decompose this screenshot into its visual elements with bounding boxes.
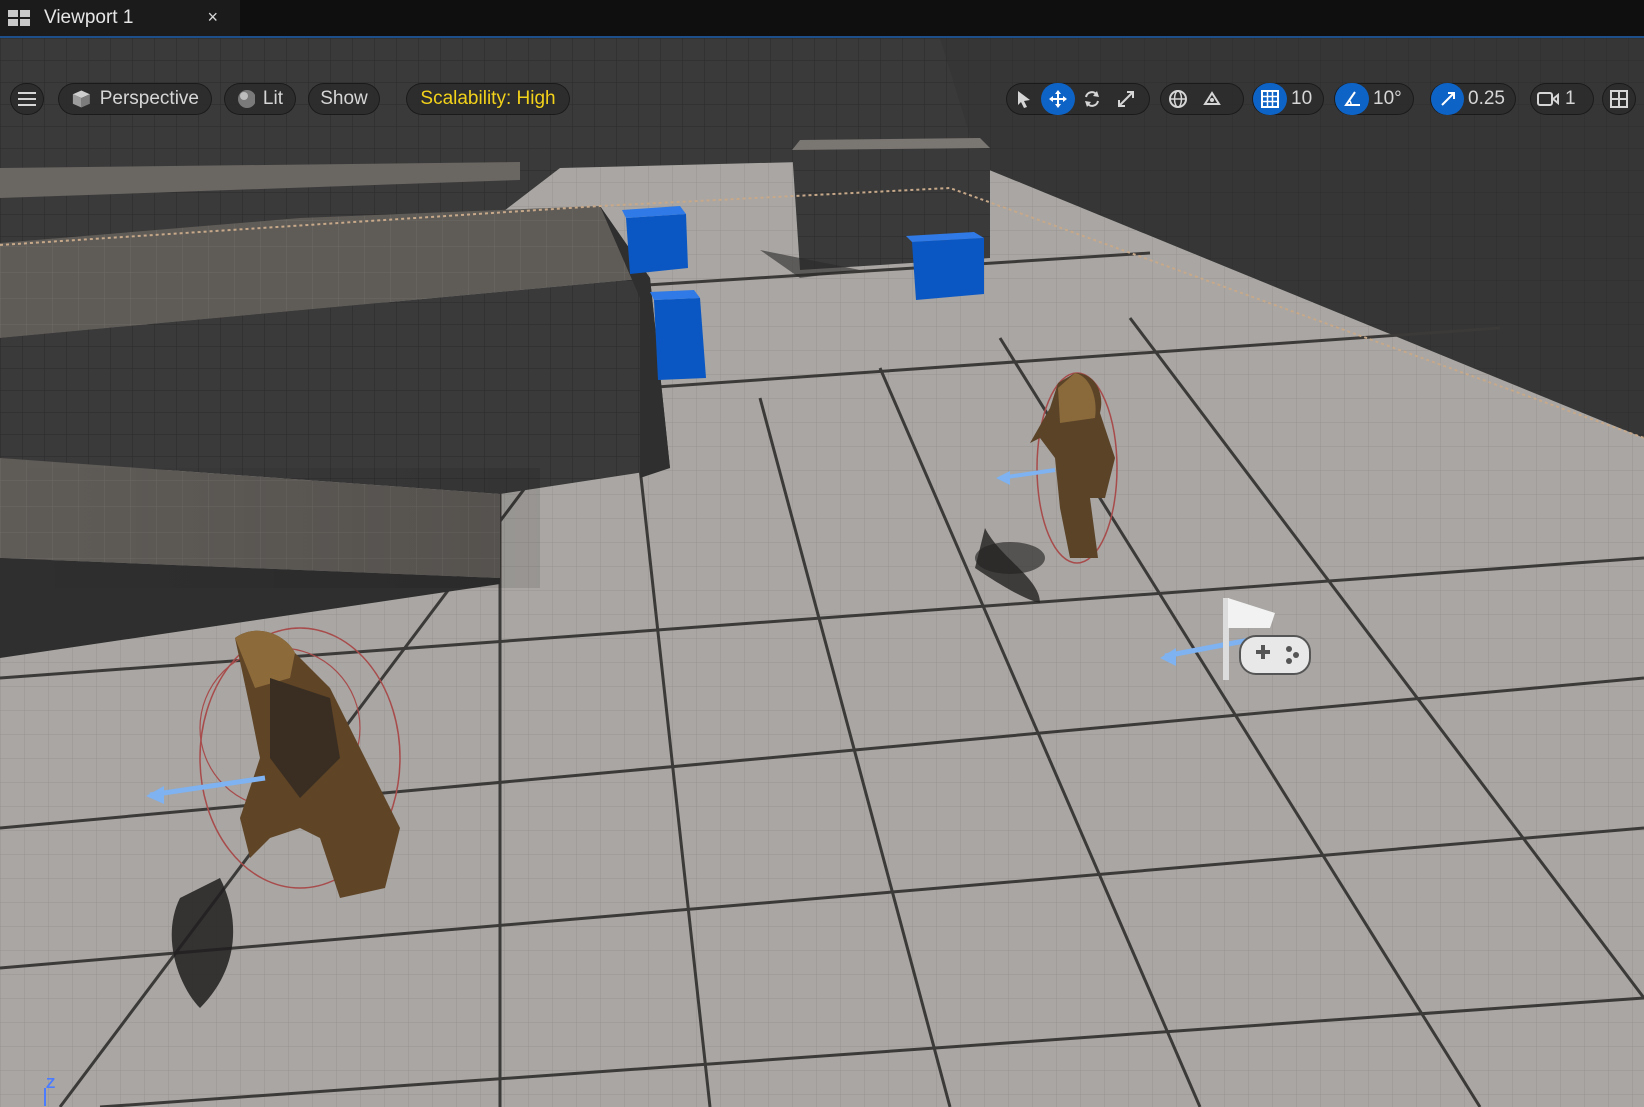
grid-snap-toggle[interactable] — [1253, 83, 1287, 115]
tab-bar: Viewport 1 × — [0, 0, 1644, 38]
globe-icon — [1169, 90, 1187, 108]
surface-snap-button[interactable] — [1195, 83, 1229, 115]
layout-grid-icon — [8, 10, 32, 26]
rotate-icon — [1085, 91, 1099, 107]
world-space-button[interactable] — [1161, 83, 1195, 115]
scene-render — [0, 38, 1644, 1107]
coordinate-space-group — [1160, 83, 1244, 115]
grid-snap-group[interactable]: 10 — [1252, 83, 1324, 115]
angle-snap-group[interactable]: 10° — [1334, 83, 1414, 115]
viewport-layout-icon — [1610, 90, 1628, 108]
axis-z-label: Z — [46, 1075, 56, 1092]
grid-snap-value[interactable]: 10 — [1287, 88, 1322, 110]
translate-icon — [1049, 90, 1067, 108]
viewport-layout-button[interactable] — [1602, 83, 1636, 115]
select-icon — [1018, 91, 1030, 108]
scale-tool-button[interactable] — [1109, 83, 1143, 115]
rotate-tool-button[interactable] — [1075, 83, 1109, 115]
close-icon[interactable]: × — [207, 7, 218, 28]
cube-icon — [72, 90, 90, 108]
grid-icon — [1261, 90, 1279, 108]
sphere-icon — [238, 90, 255, 108]
hamburger-icon — [18, 92, 36, 106]
scale-snap-value[interactable]: 0.25 — [1464, 88, 1515, 110]
lit-button[interactable]: Lit — [224, 83, 296, 115]
show-button[interactable]: Show — [308, 83, 380, 115]
perspective-button[interactable]: Perspective — [58, 83, 212, 115]
camera-speed-button[interactable] — [1531, 83, 1565, 115]
scale-snap-icon — [1440, 92, 1455, 106]
perspective-label: Perspective — [99, 88, 199, 109]
show-label: Show — [320, 88, 368, 109]
angle-icon — [1344, 91, 1360, 106]
scalability-label: Scalability: High — [420, 88, 556, 109]
angle-snap-value[interactable]: 10° — [1369, 88, 1412, 110]
viewport-toolbar: Perspective Lit Show Scalability: High 1… — [0, 38, 1644, 115]
camera-speed-group[interactable]: 1 — [1530, 83, 1594, 115]
tab-title: Viewport 1 — [44, 7, 134, 28]
lit-label: Lit — [262, 88, 283, 109]
level-viewport[interactable] — [0, 38, 1644, 1107]
scale-snap-toggle[interactable] — [1431, 83, 1465, 115]
select-tool-button[interactable] — [1007, 83, 1041, 115]
axis-z-line — [44, 1088, 46, 1106]
surface-snap-icon — [1203, 91, 1221, 105]
scale-icon — [1118, 91, 1134, 107]
camera-icon — [1537, 92, 1559, 106]
tab-viewport-1[interactable]: Viewport 1 × — [0, 0, 240, 36]
camera-speed-value[interactable]: 1 — [1565, 88, 1586, 110]
scalability-button[interactable]: Scalability: High — [406, 83, 570, 115]
hamburger-menu-button[interactable] — [10, 83, 44, 115]
scale-snap-group[interactable]: 0.25 — [1430, 83, 1516, 115]
translate-tool-button[interactable] — [1041, 83, 1075, 115]
angle-snap-toggle[interactable] — [1335, 83, 1369, 115]
transform-tools-group — [1006, 83, 1150, 115]
